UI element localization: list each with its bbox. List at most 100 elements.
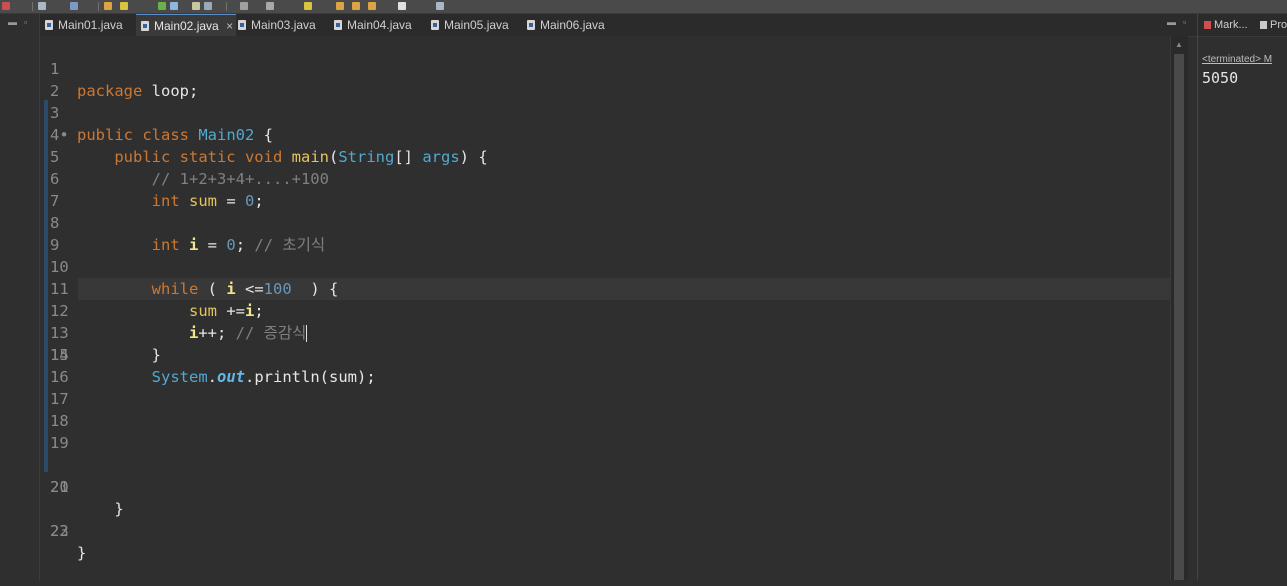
next-edit-icon[interactable]	[398, 2, 406, 10]
static-field: out	[217, 368, 245, 386]
toolbar-separator	[32, 2, 33, 11]
code-text: <=	[235, 280, 264, 298]
tab-main06[interactable]: Main06.java	[522, 14, 614, 36]
code-line: 1 package loop;	[40, 36, 198, 100]
variable: i	[226, 280, 236, 298]
minimize-icon[interactable]: ▬	[1167, 17, 1176, 27]
debug-icon[interactable]	[2, 2, 10, 10]
editor-vertical-scrollbar[interactable]: ▲	[1170, 36, 1188, 580]
keyword: while	[151, 280, 199, 298]
code-editor[interactable]: 1 package loop; 2 3 public class Main02 …	[40, 36, 1170, 580]
variable: i	[189, 236, 199, 254]
run-icon[interactable]	[158, 2, 166, 10]
code-text: =	[198, 236, 227, 254]
java-file-icon	[238, 20, 246, 30]
line-number: 23	[50, 522, 69, 540]
variable: sum	[189, 192, 217, 210]
tab-label: Pro	[1270, 19, 1287, 31]
console-status: <terminated> M	[1202, 54, 1273, 65]
java-file-icon	[141, 21, 149, 31]
maximize-icon[interactable]: ▫	[1183, 17, 1186, 27]
line-number: 18	[50, 412, 69, 430]
code-text: []	[394, 148, 423, 166]
code-text: ) {	[291, 280, 339, 298]
tab-markers[interactable]: Mark...	[1204, 14, 1248, 36]
line-number: 15	[50, 346, 69, 364]
java-file-icon	[334, 20, 342, 30]
method-name: main	[291, 148, 329, 166]
code-line: 3 public class Main02 {	[40, 80, 273, 144]
minimize-icon[interactable]: ▬	[8, 17, 17, 27]
keyword: int	[151, 192, 180, 210]
tab-main03[interactable]: Main03.java	[233, 14, 325, 36]
code-text: }	[77, 544, 87, 562]
comment: // 1+2+3+4+....+100	[151, 170, 329, 188]
editor-tab-bar: Main01.java Main02.java × Main03.java Ma…	[40, 14, 1197, 37]
tab-main05[interactable]: Main05.java	[426, 14, 518, 36]
code-line: 22 }	[40, 498, 86, 562]
code-text: }	[114, 500, 124, 518]
tab-label: Main05.java	[444, 18, 509, 32]
code-text: .	[207, 368, 217, 386]
main-toolbar	[0, 0, 1287, 14]
toggle-icon[interactable]	[192, 2, 200, 10]
toolbar-separator	[98, 2, 99, 11]
maximize-icon[interactable]: ▫	[24, 17, 27, 27]
line-number: 21	[50, 478, 69, 496]
toolbar-separator	[226, 2, 227, 11]
open-folder-icon[interactable]	[104, 2, 112, 10]
previous-edit-icon[interactable]	[368, 2, 376, 10]
pencil-icon[interactable]	[120, 2, 128, 10]
editor-view-controls: ▬ ▫	[1163, 14, 1197, 36]
java-file-icon	[431, 20, 439, 30]
properties-icon	[1260, 21, 1267, 30]
comment: // 초기식	[254, 236, 326, 254]
scrollbar-thumb[interactable]	[1174, 54, 1184, 580]
code-text: ;	[254, 192, 264, 210]
tab-label: Main02.java	[154, 19, 219, 33]
new-icon[interactable]	[38, 2, 46, 10]
tab-properties[interactable]: Pro	[1260, 14, 1287, 36]
save-icon[interactable]	[70, 2, 78, 10]
forward-arrow-icon[interactable]	[352, 2, 360, 10]
variable: i	[244, 302, 255, 320]
code-text: (	[198, 280, 227, 298]
console-output: 5050	[1202, 69, 1239, 87]
code-text: .println(sum);	[245, 368, 376, 386]
code-text: ;	[254, 302, 264, 320]
code-text: ++;	[198, 324, 236, 342]
number-literal: 0	[226, 236, 236, 254]
scroll-up-arrow-icon[interactable]: ▲	[1175, 40, 1183, 49]
code-text: (	[328, 148, 339, 166]
highlight-icon[interactable]	[170, 2, 178, 10]
left-trim-stack: ▬ ▫	[0, 14, 40, 580]
variable: i	[188, 324, 199, 342]
tab-label: Main01.java	[58, 18, 123, 32]
tab-main04[interactable]: Main04.java	[329, 14, 421, 36]
tab-label: Main03.java	[251, 18, 316, 32]
code-text: ;	[235, 236, 255, 254]
tab-label: Mark...	[1214, 19, 1248, 31]
type-name: String	[338, 148, 395, 166]
java-file-icon	[45, 20, 53, 30]
tab-main02[interactable]: Main02.java ×	[136, 14, 236, 36]
keyword: int	[151, 236, 180, 254]
back-arrow-icon[interactable]	[336, 2, 344, 10]
block-range-indicator	[44, 100, 48, 472]
keyword: package	[77, 82, 143, 100]
parameter-name: args	[422, 148, 460, 166]
tab-main01[interactable]: Main01.java	[40, 14, 132, 36]
annotation-icon[interactable]	[304, 2, 312, 10]
search-icon[interactable]	[240, 2, 248, 10]
keyword: public static void	[114, 148, 283, 166]
java-file-icon	[527, 20, 535, 30]
keyword: public class	[77, 126, 189, 144]
line-number: 19	[50, 434, 69, 452]
marker-icon[interactable]	[266, 2, 274, 10]
line-number: 16	[50, 368, 69, 386]
pin-icon[interactable]	[436, 2, 444, 10]
tab-label: Main06.java	[540, 18, 605, 32]
right-tab-bar: Mark... Pro	[1198, 14, 1287, 37]
code-text: =	[217, 192, 245, 210]
doc-icon[interactable]	[204, 2, 212, 10]
